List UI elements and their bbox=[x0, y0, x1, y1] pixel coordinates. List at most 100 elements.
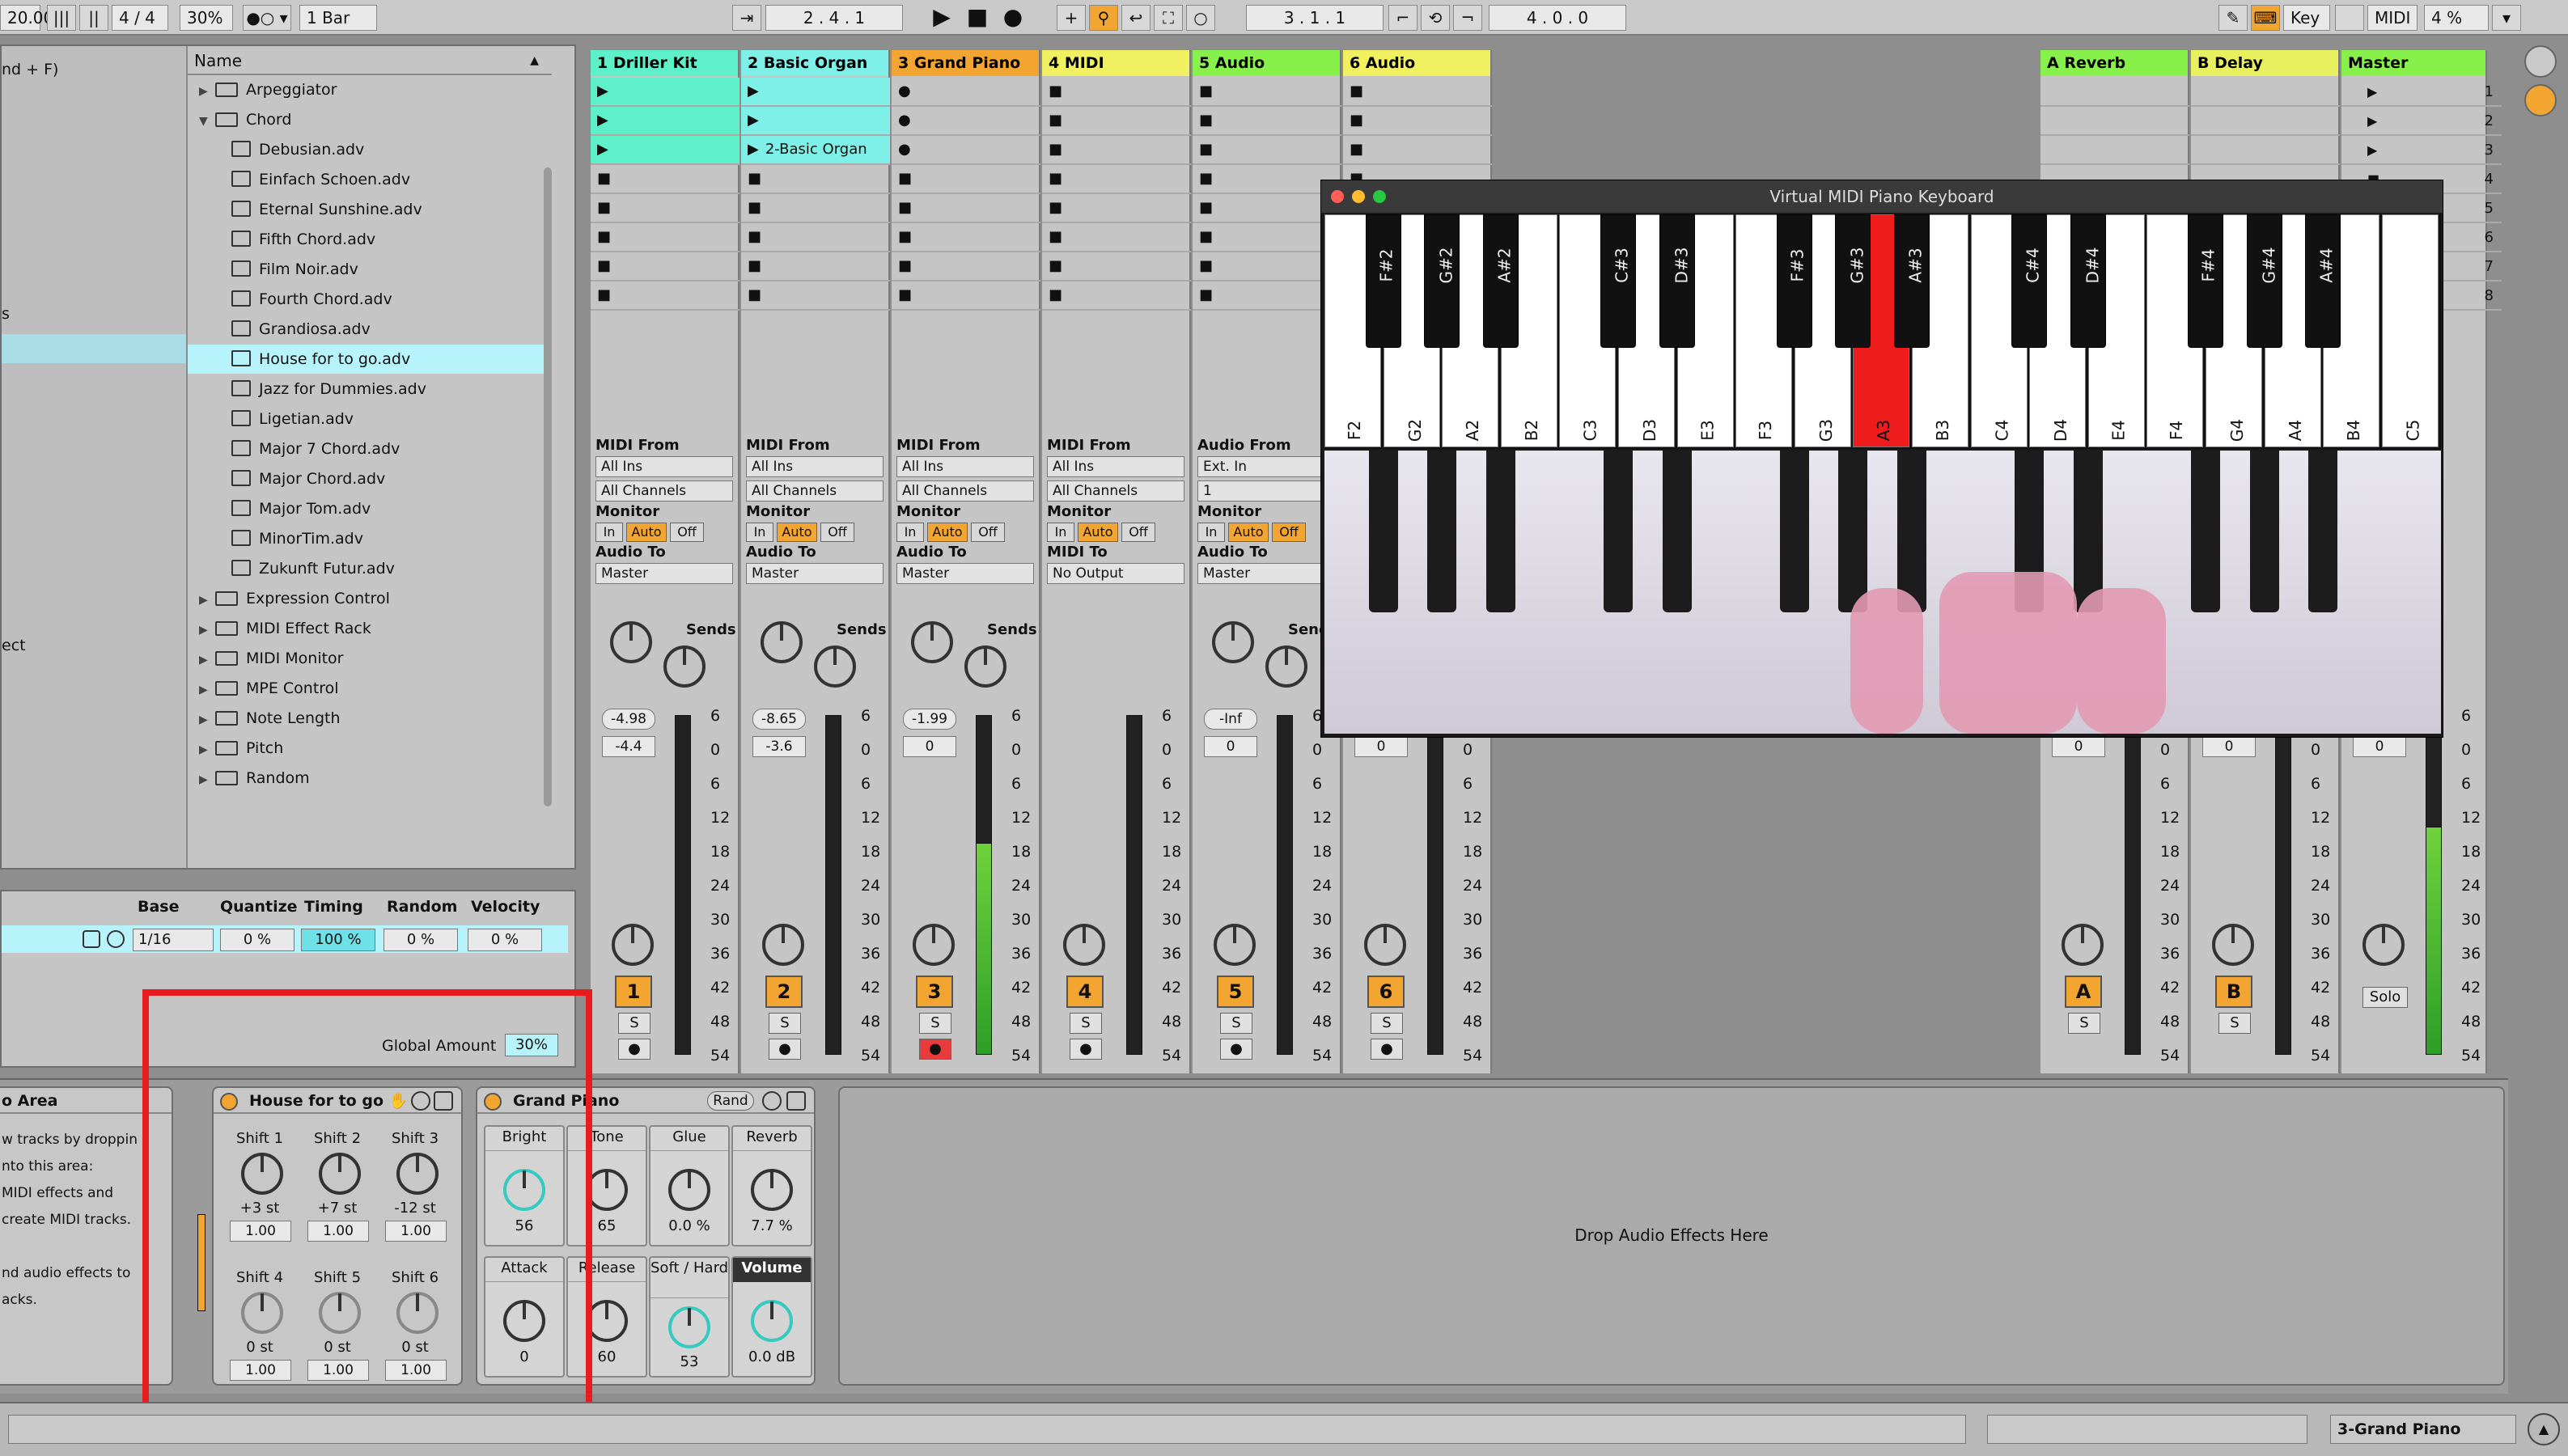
expand-icon[interactable]: ▶ bbox=[199, 586, 215, 615]
quantize-menu[interactable]: 1 Bar bbox=[299, 5, 377, 31]
velocity-field[interactable]: 1.00 bbox=[307, 1221, 369, 1242]
output-type-select[interactable]: Master bbox=[746, 563, 884, 584]
monitor-off-button[interactable]: Off bbox=[1121, 523, 1155, 542]
monitor-auto-button[interactable]: Auto bbox=[777, 523, 817, 542]
black-key[interactable]: A#3 bbox=[1894, 214, 1930, 348]
time-signature[interactable]: 4 / 4 bbox=[112, 5, 168, 31]
clip-slot[interactable]: ■ bbox=[591, 281, 739, 311]
output-type-select[interactable]: Master bbox=[1197, 563, 1335, 584]
send-a-knob[interactable] bbox=[761, 621, 803, 663]
shift-knob[interactable] bbox=[396, 1292, 439, 1334]
expand-icon[interactable]: ▶ bbox=[199, 616, 215, 645]
browser-item[interactable]: ▶ Pitch bbox=[188, 734, 549, 763]
clip-slot[interactable] bbox=[2191, 78, 2340, 107]
macro-knob[interactable] bbox=[586, 1169, 628, 1211]
selected-track-label[interactable]: 3-Grand Piano bbox=[2330, 1415, 2516, 1444]
black-key[interactable]: D#3 bbox=[1659, 214, 1695, 348]
solo-button[interactable]: S bbox=[1220, 1013, 1252, 1034]
name-column-header[interactable]: Name ▲ bbox=[188, 46, 552, 75]
play-clip-icon[interactable]: ▶ bbox=[591, 141, 608, 158]
places-item[interactable]: ect bbox=[2, 637, 26, 654]
scene-row[interactable]: ▶ 1 bbox=[2361, 79, 2502, 107]
browser-item[interactable]: ▶ Random bbox=[188, 764, 549, 793]
browser-item[interactable]: ▼ Chord bbox=[188, 105, 549, 134]
tap-icon[interactable]: ||| bbox=[47, 5, 76, 31]
input-type-select[interactable]: All Ins bbox=[746, 456, 884, 477]
macro-knob[interactable] bbox=[751, 1300, 793, 1342]
clip-slot[interactable] bbox=[2040, 107, 2189, 136]
black-key[interactable]: F#3 bbox=[1776, 214, 1812, 348]
clip-slot[interactable]: ■ bbox=[741, 281, 890, 311]
stop-slot-icon[interactable]: ■ bbox=[1042, 286, 1062, 303]
places-item[interactable]: s bbox=[2, 305, 10, 323]
stop-slot-icon[interactable]: ■ bbox=[741, 228, 761, 245]
browser-item[interactable]: Zukunft Futur.adv bbox=[188, 554, 549, 583]
minimize-window-icon[interactable] bbox=[1352, 190, 1365, 203]
macro-control[interactable]: Reverb 7.7 % bbox=[731, 1125, 812, 1246]
pan-knob[interactable] bbox=[612, 924, 654, 966]
stop-slot-icon[interactable]: ■ bbox=[591, 257, 611, 274]
play-clip-icon[interactable]: ▶ bbox=[741, 83, 759, 99]
pan-value[interactable]: 0 bbox=[1354, 736, 1408, 757]
input-channel-select[interactable]: All Channels bbox=[595, 480, 733, 502]
collapse-icon[interactable]: ▼ bbox=[199, 107, 215, 136]
browser-item[interactable]: Ligetian.adv bbox=[188, 404, 549, 434]
clip-slot[interactable]: ■ bbox=[1042, 107, 1191, 136]
stop-slot-icon[interactable]: ■ bbox=[1343, 83, 1363, 99]
monitor-auto-button[interactable]: Auto bbox=[1078, 523, 1118, 542]
clip-slot[interactable]: ■ bbox=[591, 165, 739, 194]
clip-slot[interactable]: ■ bbox=[1193, 194, 1341, 223]
track-activator-button[interactable]: 6 bbox=[1367, 976, 1405, 1008]
black-key[interactable]: C#4 bbox=[2011, 214, 2048, 348]
save-groove-icon[interactable] bbox=[83, 930, 100, 948]
macro-control[interactable]: Glue 0.0 % bbox=[649, 1125, 730, 1246]
send-b-knob[interactable] bbox=[663, 645, 706, 688]
stop-slot-icon[interactable]: ■ bbox=[591, 286, 611, 303]
velocity-field[interactable]: 1.00 bbox=[385, 1360, 447, 1381]
macro-control[interactable]: Attack 0 bbox=[484, 1256, 565, 1378]
browser-item[interactable]: Jazz for Dummies.adv bbox=[188, 375, 549, 404]
clip-slot[interactable]: ■ bbox=[1193, 252, 1341, 281]
stop-slot-icon[interactable]: ■ bbox=[892, 170, 912, 187]
solo-button[interactable]: S bbox=[618, 1013, 650, 1034]
expand-icon[interactable]: ▶ bbox=[199, 675, 215, 705]
browser-item[interactable]: Eternal Sunshine.adv bbox=[188, 195, 549, 224]
solo-button[interactable]: S bbox=[919, 1013, 951, 1034]
pan-knob[interactable] bbox=[2062, 924, 2104, 966]
expand-icon[interactable]: ▶ bbox=[199, 645, 215, 675]
pan-knob[interactable] bbox=[1063, 924, 1105, 966]
browser-item[interactable]: ▶ MPE Control bbox=[188, 674, 549, 703]
pan-value[interactable]: 0 bbox=[2202, 736, 2256, 757]
groove-base-select[interactable]: 1/16 bbox=[133, 929, 214, 951]
browser-item[interactable]: MinorTim.adv bbox=[188, 524, 549, 553]
clip-slot[interactable]: ■ bbox=[1042, 78, 1191, 107]
send-b-knob[interactable] bbox=[964, 645, 1006, 688]
volume-value[interactable]: -Inf bbox=[1204, 709, 1257, 730]
groove-timing-value[interactable]: 100 % bbox=[301, 929, 375, 951]
track-header[interactable]: 1 Driller Kit bbox=[591, 50, 738, 76]
velocity-field[interactable]: 1.00 bbox=[230, 1360, 291, 1381]
close-window-icon[interactable] bbox=[1331, 190, 1344, 203]
clip-slot[interactable]: ▶ bbox=[591, 107, 739, 136]
output-type-select[interactable]: Master bbox=[595, 563, 733, 584]
send-b-knob[interactable] bbox=[1265, 645, 1307, 688]
black-key[interactable]: F#2 bbox=[1365, 214, 1401, 348]
stop-slot-icon[interactable]: ■ bbox=[892, 228, 912, 245]
shift-knob[interactable] bbox=[241, 1153, 283, 1195]
black-key[interactable]: G#2 bbox=[1424, 214, 1460, 348]
clip-slot[interactable]: ■ bbox=[892, 194, 1040, 223]
monitor-off-button[interactable]: Off bbox=[670, 523, 704, 542]
tempo-field[interactable]: 20.00 bbox=[0, 5, 53, 31]
browser-scrollbar[interactable] bbox=[544, 167, 552, 806]
clip-slot[interactable]: ■ bbox=[591, 194, 739, 223]
pan-value[interactable]: 0 bbox=[1204, 736, 1257, 757]
input-type-select[interactable]: All Ins bbox=[595, 456, 733, 477]
play-clip-icon[interactable]: ▶ bbox=[591, 112, 608, 129]
clip-slot[interactable]: ■ bbox=[1042, 252, 1191, 281]
send-a-knob[interactable] bbox=[911, 621, 953, 663]
record-clip-icon[interactable]: ● bbox=[892, 112, 911, 129]
shift-knob[interactable] bbox=[319, 1292, 361, 1334]
arm-button[interactable]: ● bbox=[1220, 1039, 1252, 1060]
clip-slot[interactable]: ■ bbox=[1042, 136, 1191, 165]
stop-slot-icon[interactable]: ■ bbox=[1193, 199, 1213, 216]
